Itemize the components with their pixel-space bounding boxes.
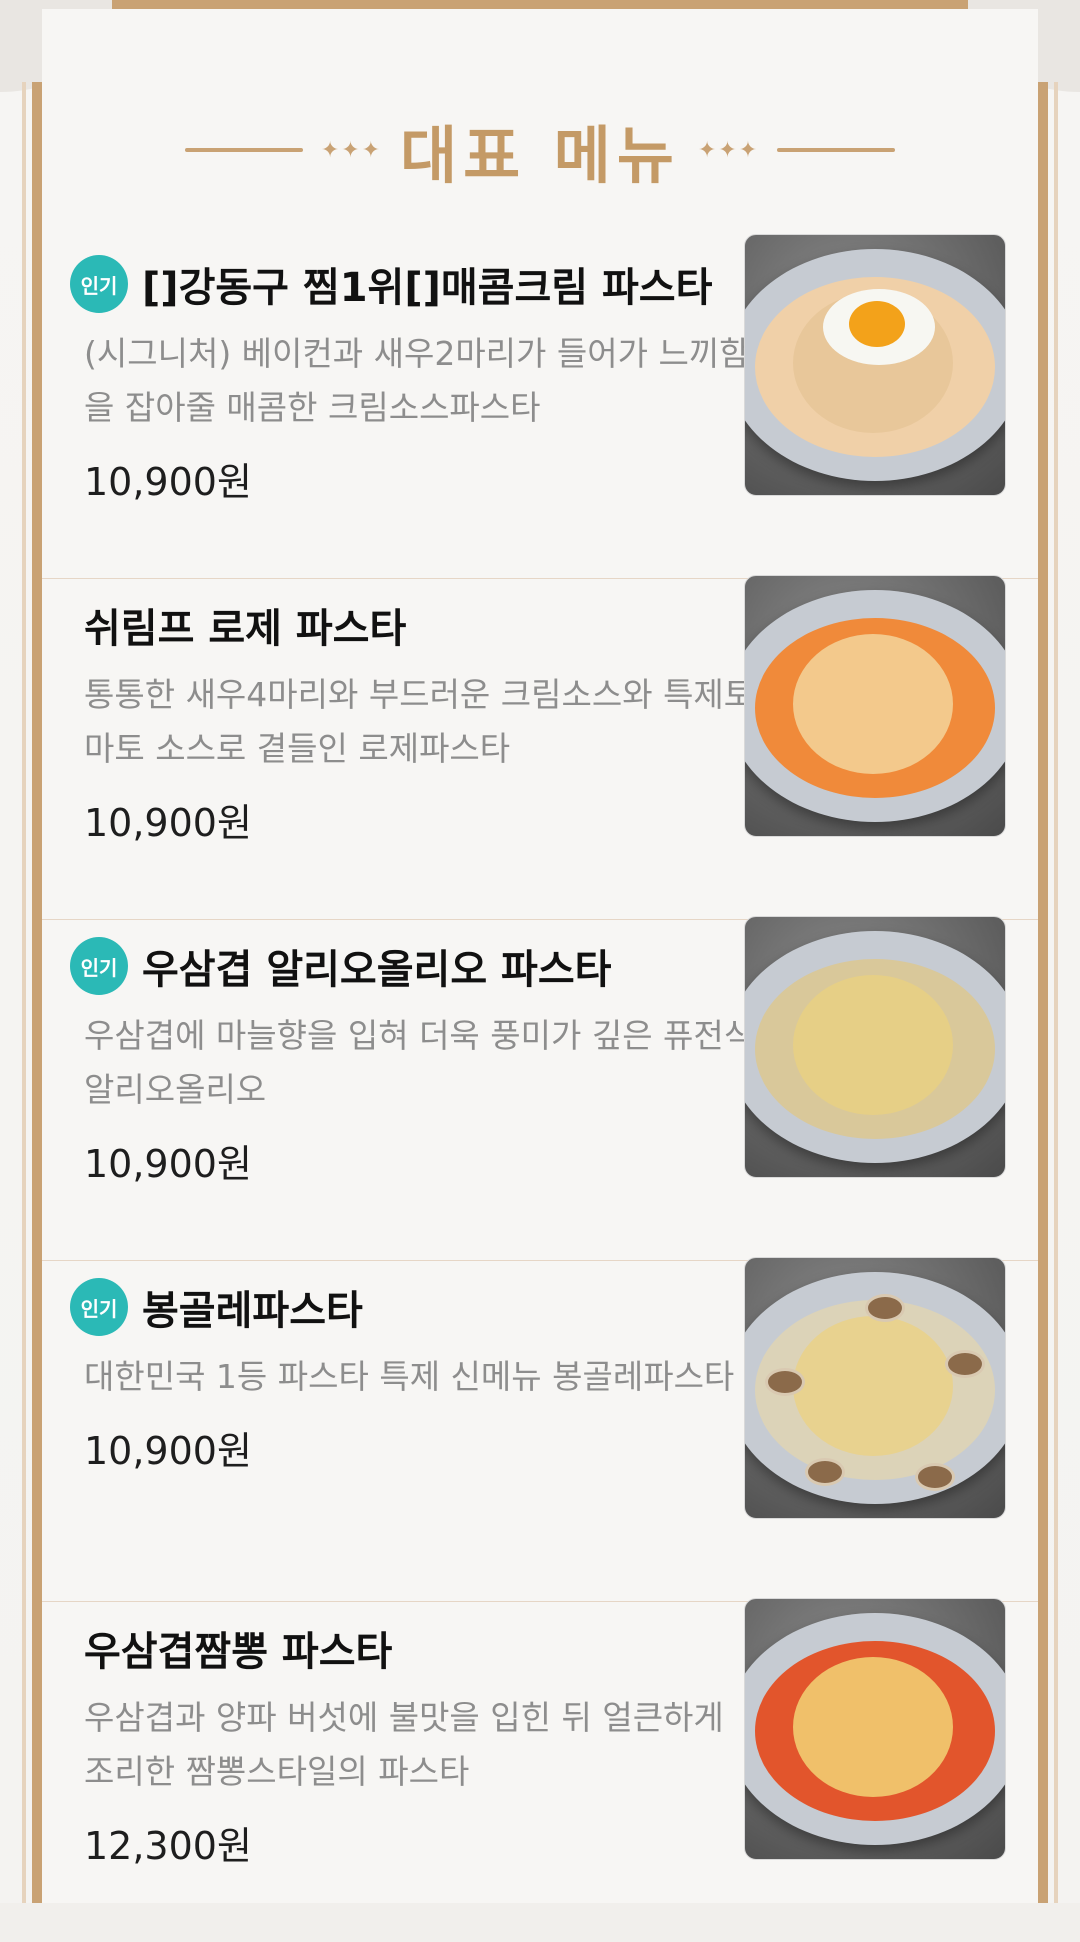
menu-item-photo[interactable] (744, 1598, 1006, 1860)
menu-item-photo[interactable] (744, 575, 1006, 837)
menu-item[interactable]: 우삼겹짬뽕 파스타 우삼겹과 양파 버섯에 불맛을 입힌 뒤 얼큰하게 조리한 … (42, 1598, 1038, 1942)
menu-item-name: 쉬림프 로제 파스타 (84, 606, 407, 652)
menu-item-name-row: 우삼겹짬뽕 파스타 (84, 1617, 774, 1679)
menu-item-description: 대한민국 1등 파스타 특제 신메뉴 봉골레파스타 (84, 1357, 735, 1396)
pasta-shape (793, 634, 953, 774)
header-diamonds-right: ✦✦✦ (697, 137, 760, 163)
frame-border-top (112, 0, 968, 9)
menu-item-name-row: 쉬림프 로제 파스타 (84, 594, 774, 656)
menu-item[interactable]: 인기 []강동구 찜1위[]매콤크림 파스타 (시그니처) 베이컨과 새우2마리… (42, 234, 1038, 579)
frame-border-left (22, 82, 42, 1903)
menu-item-name-row: 인기 봉골레파스타 (70, 1276, 774, 1338)
menu-item-price: 12,300원 (84, 1824, 252, 1868)
frame-border-right (1038, 82, 1058, 1903)
menu-item-description: 통통한 새우4마리와 부드러운 크림소스와 특제토마토 소스로 곁들인 로제파스… (84, 675, 755, 768)
menu-item-text: 인기 []강동구 찜1위[]매콤크림 파스타 (시그니처) 베이컨과 새우2마리… (70, 253, 774, 506)
clam-shape (915, 1463, 955, 1491)
menu-item-text: 인기 우삼겹 알리오올리오 파스타 우삼겹에 마늘향을 입혀 더욱 풍미가 깊은… (70, 935, 774, 1188)
menu-item[interactable]: 인기 봉골레파스타 대한민국 1등 파스타 특제 신메뉴 봉골레파스타 10,9… (42, 1257, 1038, 1602)
menu-item-name: []강동구 찜1위[]매콤크림 파스타 (142, 265, 713, 311)
header-diamonds-left: ✦✦✦ (320, 137, 383, 163)
menu-item-name-row: 인기 우삼겹 알리오올리오 파스타 (70, 935, 774, 997)
menu-item-text: 우삼겹짬뽕 파스타 우삼겹과 양파 버섯에 불맛을 입힌 뒤 얼큰하게 조리한 … (84, 1617, 774, 1870)
menu-item-price: 10,900원 (84, 460, 252, 504)
menu-item-name-row: 인기 []강동구 찜1위[]매콤크림 파스타 (70, 253, 774, 315)
menu-item-name: 봉골레파스타 (142, 1288, 363, 1334)
menu-item-name: 우삼겹 알리오올리오 파스타 (142, 947, 612, 993)
popular-badge: 인기 (70, 937, 128, 995)
menu-item-price: 10,900원 (84, 1142, 252, 1186)
clam-shape (865, 1294, 905, 1322)
pasta-shape (793, 1316, 953, 1456)
menu-list: 인기 []강동구 찜1위[]매콤크림 파스타 (시그니처) 베이컨과 새우2마리… (42, 234, 1038, 1942)
pasta-shape (793, 975, 953, 1115)
menu-item-description: 우삼겹과 양파 버섯에 불맛을 입힌 뒤 얼큰하게 조리한 짬뽕스타일의 파스타 (84, 1698, 724, 1791)
popular-badge: 인기 (70, 1278, 128, 1336)
section-header: ✦✦✦ 대표 메뉴 ✦✦✦ (0, 110, 1080, 192)
clam-shape (945, 1350, 985, 1378)
popular-badge: 인기 (70, 255, 128, 313)
menu-item[interactable]: 쉬림프 로제 파스타 통통한 새우4마리와 부드러운 크림소스와 특제토마토 소… (42, 575, 1038, 920)
menu-item-description: 우삼겹에 마늘향을 입혀 더욱 풍미가 깊은 퓨전식 알리오올리오 (84, 1016, 755, 1109)
menu-item-photo[interactable] (744, 1257, 1006, 1519)
menu-item-text: 쉬림프 로제 파스타 통통한 새우4마리와 부드러운 크림소스와 특제토마토 소… (84, 594, 774, 847)
menu-item-name: 우삼겹짬뽕 파스타 (84, 1629, 393, 1675)
header-rule-left (184, 148, 303, 152)
menu-item[interactable]: 인기 우삼겹 알리오올리오 파스타 우삼겹에 마늘향을 입혀 더욱 풍미가 깊은… (42, 916, 1038, 1261)
menu-item-photo[interactable] (744, 234, 1006, 496)
menu-item-description: (시그니처) 베이컨과 새우2마리가 들어가 느끼함을 잡아줄 매콤한 크림소스… (84, 334, 750, 427)
header-rule-right (777, 148, 896, 152)
menu-item-price: 10,900원 (84, 801, 252, 845)
clam-shape (765, 1368, 805, 1396)
clam-shape (805, 1458, 845, 1486)
pasta-shape (793, 1657, 953, 1797)
section-title: 대표 메뉴 (400, 119, 680, 192)
menu-item-text: 인기 봉골레파스타 대한민국 1등 파스타 특제 신메뉴 봉골레파스타 10,9… (70, 1276, 774, 1475)
menu-item-price: 10,900원 (84, 1429, 252, 1473)
egg-yolk-shape (849, 301, 905, 347)
menu-item-photo[interactable] (744, 916, 1006, 1178)
